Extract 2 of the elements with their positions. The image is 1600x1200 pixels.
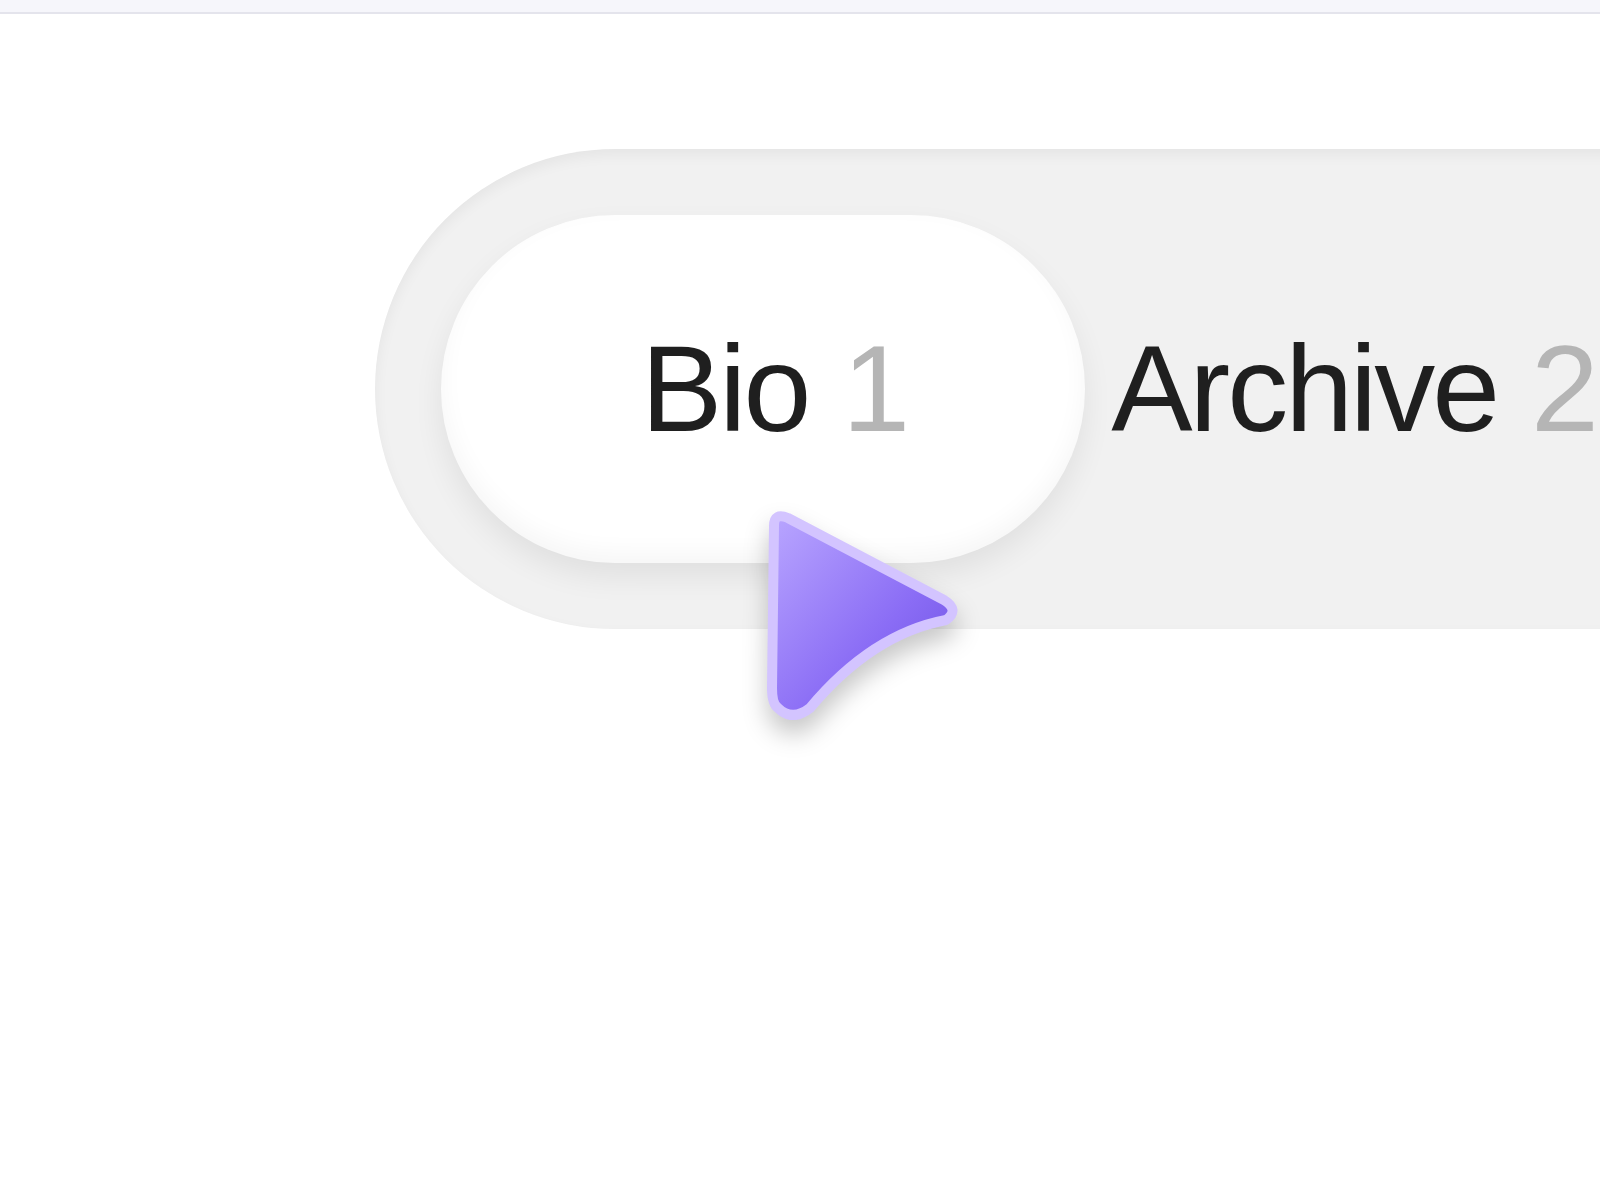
- tab[interactable]: Archive 2: [1085, 215, 1600, 563]
- tab[interactable]: Bio 1: [441, 215, 1086, 563]
